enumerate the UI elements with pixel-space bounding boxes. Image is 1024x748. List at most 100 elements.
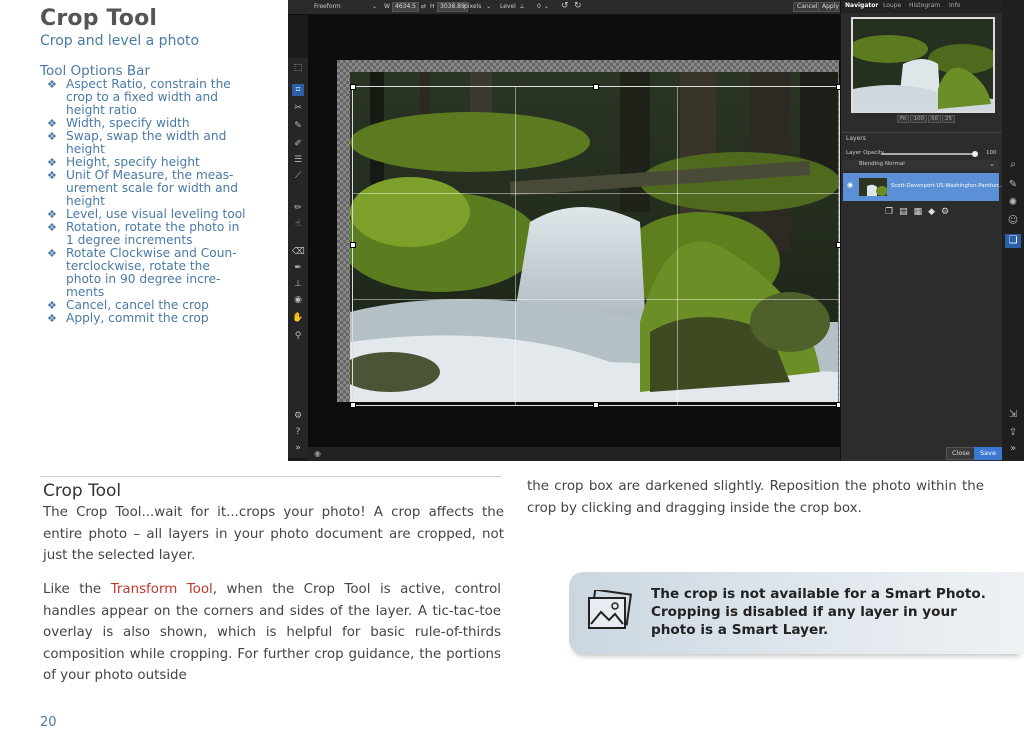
eye-icon[interactable]: ◉ <box>847 181 853 189</box>
adjust-tool-icon[interactable]: ☰ <box>292 154 304 166</box>
level-icon[interactable]: ⟂ <box>520 2 524 12</box>
canvas-area[interactable] <box>308 15 842 447</box>
smart-layer-icon[interactable]: ▦ <box>914 207 929 217</box>
crop-box[interactable] <box>350 84 842 408</box>
thirds-guide <box>353 298 839 300</box>
swap-icon[interactable]: ⇄ <box>421 2 426 12</box>
tab-info[interactable]: Info <box>949 2 960 9</box>
tool-option-item: ❖ Swap, swap the width and height <box>47 130 257 156</box>
crop-handle[interactable] <box>593 402 599 408</box>
zoom-buttons: Fit 100 50 25 <box>897 115 956 123</box>
rotation-select[interactable]: 0 <box>537 2 541 12</box>
circle-icon[interactable]: ◉ <box>314 449 321 458</box>
portrait-icon[interactable]: ☺ <box>1005 214 1021 228</box>
crop-handle[interactable] <box>593 84 599 90</box>
brush-tool-icon[interactable]: ✎ <box>292 120 304 132</box>
cut-tool-icon[interactable]: ✂ <box>292 102 304 114</box>
paint-tool-icon[interactable]: ✏ <box>292 202 304 214</box>
thirds-guide <box>353 192 839 194</box>
tool-option-line: height <box>66 142 105 156</box>
zoom-100-button[interactable]: 100 <box>910 115 927 123</box>
tool-option-line: Rotation, rotate the photo in <box>66 220 240 234</box>
tool-option-line: photo in 90 degree incre- <box>66 272 221 286</box>
navigator-photo <box>853 19 993 111</box>
tool-option-line: Width, specify width <box>66 116 190 130</box>
page-number: 20 <box>40 715 57 730</box>
tool-option-line: 1 degree increments <box>66 233 193 247</box>
zoom-tool-icon[interactable]: ⚲ <box>292 330 304 342</box>
tool-option-line: ments <box>66 285 105 299</box>
stamp-tool-icon[interactable]: ⊥ <box>292 278 304 290</box>
height-label: H <box>430 3 435 10</box>
fill-layer-icon[interactable]: ◆ <box>928 207 941 217</box>
app-screenshot: Freeform ⌄ W 4634.5 ⇄ H 3038.89 pixels ⌄… <box>288 0 1024 461</box>
tool-option-line: Swap, swap the width and <box>66 129 227 143</box>
tool-option-line: Apply, commit the crop <box>66 311 209 325</box>
layer-row[interactable]: ◉ Scott-Davenport-US-Washington-Panther.… <box>843 173 1003 201</box>
blending-select[interactable]: Blending Normal ⌄ <box>843 160 999 170</box>
eye-tool-icon[interactable]: ◉ <box>292 294 304 306</box>
paragraph-2-start: Like the <box>43 582 111 597</box>
smudge-tool-icon[interactable]: ☝ <box>292 218 304 230</box>
crop-tool-icon[interactable]: ⌗ <box>292 84 304 96</box>
rotate-cw-icon[interactable]: ↻ <box>574 1 582 11</box>
zoom-fit-button[interactable]: Fit <box>897 115 910 123</box>
navigator-thumbnail[interactable] <box>851 17 995 113</box>
bullet-icon: ❖ <box>47 156 57 169</box>
page-title: Crop Tool <box>40 6 158 31</box>
tool-option-item: ❖ Aspect Ratio, constrain the crop to a fi… <box>47 78 257 117</box>
page-subtitle: Crop and level a photo <box>40 33 200 49</box>
opacity-slider-track[interactable] <box>881 153 975 155</box>
transform-tool-link[interactable]: Transform Tool <box>111 582 213 597</box>
effects-icon[interactable]: ✺ <box>1005 196 1021 210</box>
retouch-tool-icon[interactable]: ✐ <box>292 138 304 150</box>
unit-select[interactable]: pixels <box>464 2 481 12</box>
crop-handle[interactable] <box>350 242 356 248</box>
crop-handle[interactable] <box>350 402 356 408</box>
tab-loupe[interactable]: Loupe <box>883 2 901 9</box>
browse-icon[interactable]: ⌕ <box>1005 158 1021 172</box>
adjust-icon[interactable]: ✎ <box>1005 178 1021 192</box>
tool-option-line: Rotate Clockwise and Coun- <box>66 246 237 260</box>
thirds-guide <box>514 87 516 405</box>
width-field[interactable]: 4634.5 <box>392 2 419 12</box>
opacity-slider-knob[interactable] <box>972 151 978 157</box>
chevron-down-icon[interactable]: ⌄ <box>544 2 549 12</box>
bullet-icon: ❖ <box>47 247 57 260</box>
mask-layer-icon[interactable]: ▤ <box>899 207 914 217</box>
tool-option-line: Unit Of Measure, the meas- <box>66 168 234 182</box>
settings-icon[interactable]: ⚙ <box>941 207 955 217</box>
export-icon[interactable]: ⇲ <box>1005 408 1021 422</box>
level-button[interactable]: Level <box>500 2 516 12</box>
zoom-25-button[interactable]: 25 <box>941 115 955 123</box>
rotate-ccw-icon[interactable]: ↺ <box>561 1 569 11</box>
layers-icon[interactable]: ❏ <box>1005 234 1021 248</box>
close-button[interactable]: Close <box>946 447 976 460</box>
help-icon[interactable]: ? <box>292 426 304 438</box>
tool-option-item: ❖ Unit Of Measure, the meas-urement scale… <box>47 169 257 208</box>
layer-thumbnail-photo <box>859 178 887 196</box>
paragraph-3: the crop box are darkened slightly. Repo… <box>527 479 984 516</box>
crop-handle[interactable] <box>350 84 356 90</box>
tab-histogram[interactable]: Histogram <box>909 2 940 9</box>
duplicate-layer-icon[interactable]: ❐ <box>885 207 899 217</box>
eraser-tool-icon[interactable]: ⌫ <box>292 246 305 258</box>
share-icon[interactable]: ⇪ <box>1005 426 1021 440</box>
perspective-tool-icon[interactable]: ⟋ <box>292 170 304 182</box>
gear-icon[interactable]: ⚙ <box>292 410 304 422</box>
zoom-50-button[interactable]: 50 <box>927 115 941 123</box>
aspect-ratio-select[interactable]: Freeform <box>314 2 341 12</box>
panel-divider <box>841 132 1003 133</box>
chevron-down-icon[interactable]: ⌄ <box>372 2 377 12</box>
collapse-icon[interactable]: » <box>292 442 304 454</box>
photo-icon <box>588 590 633 629</box>
save-button[interactable]: Save <box>974 447 1002 460</box>
pen-tool-icon[interactable]: ✒ <box>292 262 304 274</box>
select-tool-icon[interactable]: ⬚ <box>292 62 304 74</box>
hand-tool-icon[interactable]: ✋ <box>292 312 304 324</box>
chevron-down-icon[interactable]: ⌄ <box>486 2 491 12</box>
side-icon-bar: ⌕ ✎ ✺ ☺ ❏ ⇲ ⇪ » <box>1002 0 1024 461</box>
tool-options-list: ❖ Aspect Ratio, constrain the crop to a fi… <box>47 78 257 326</box>
tab-navigator[interactable]: Navigator <box>845 2 878 9</box>
collapse-icon[interactable]: » <box>1005 442 1021 456</box>
